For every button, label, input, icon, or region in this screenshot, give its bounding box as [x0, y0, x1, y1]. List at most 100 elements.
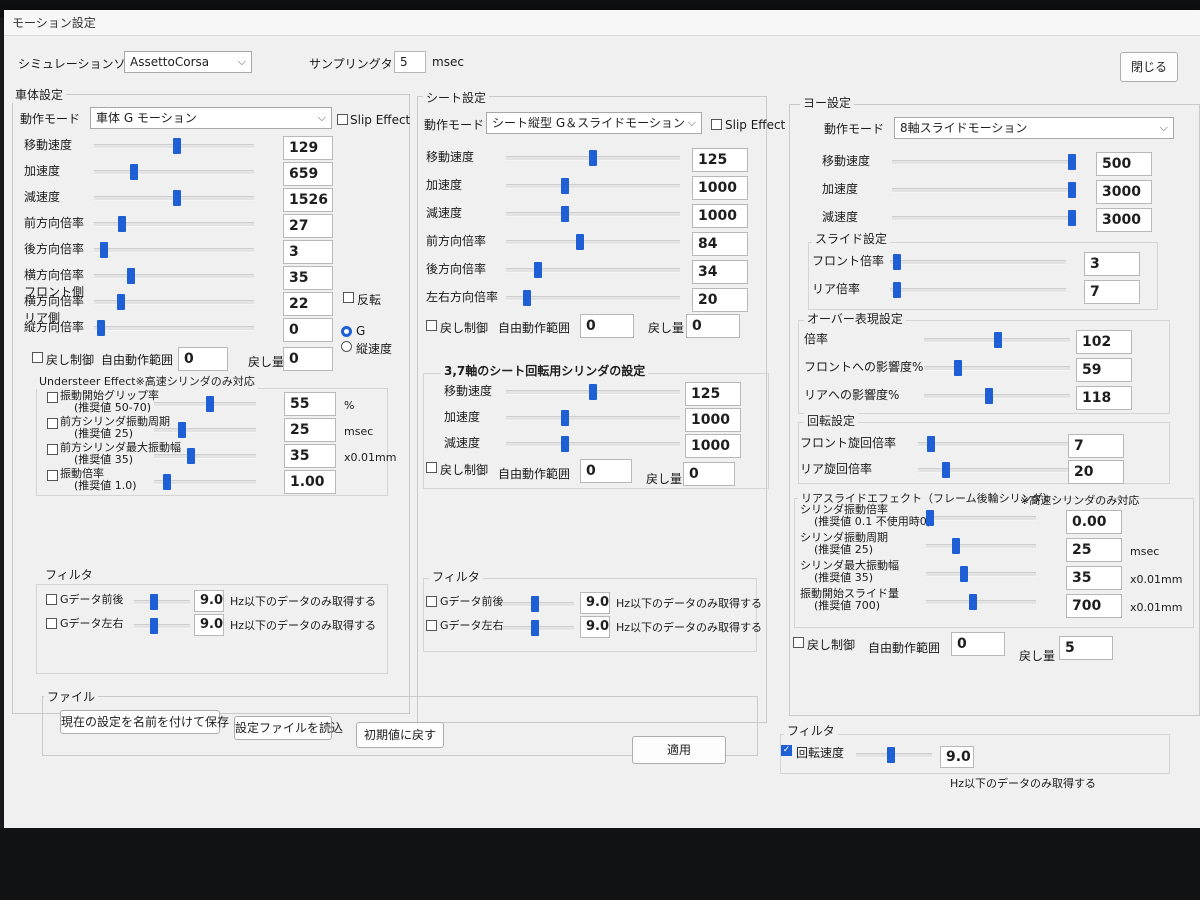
- vehicle-slider-thumb-5[interactable]: [127, 268, 135, 284]
- seat-rotation-value-1[interactable]: 1000: [685, 408, 741, 432]
- vehicle-slider-5[interactable]: [94, 274, 254, 279]
- seat-slider-thumb-3[interactable]: [576, 234, 584, 250]
- over-value-0[interactable]: 102: [1076, 330, 1132, 354]
- seat-rotation-slider-thumb-1[interactable]: [561, 410, 569, 426]
- slide-slider-1[interactable]: [890, 288, 1066, 293]
- seat-slider-thumb-2[interactable]: [561, 206, 569, 222]
- seat-slider-4[interactable]: [506, 268, 680, 273]
- understeer-slider-thumb-3[interactable]: [163, 474, 171, 490]
- reset-defaults-button[interactable]: 初期値に戻す: [356, 722, 444, 748]
- vehicle-filter-thumb-0[interactable]: [150, 594, 158, 610]
- slide-slider-thumb-1[interactable]: [893, 282, 901, 298]
- seat-rotation-slider-1[interactable]: [506, 416, 680, 421]
- vehicle-slider-7[interactable]: [94, 326, 254, 331]
- seat-value-5[interactable]: 20: [692, 288, 748, 312]
- sim-software-select[interactable]: AssettoCorsa ⌵: [124, 51, 252, 73]
- understeer-value-0[interactable]: 55: [284, 392, 336, 416]
- understeer-slider-thumb-0[interactable]: [206, 396, 214, 412]
- rear-slide-slider-thumb-0[interactable]: [926, 510, 934, 526]
- yaw-mode-select[interactable]: 8軸スライドモーション ⌵: [894, 117, 1174, 139]
- seat-rotation-value-2[interactable]: 1000: [685, 434, 741, 458]
- rear-slide-value-0[interactable]: 0.00: [1066, 510, 1122, 534]
- vehicle-filter-value-0[interactable]: 9.0: [194, 590, 224, 612]
- understeer-value-3[interactable]: 1.00: [284, 470, 336, 494]
- yaw-rotation-value-0[interactable]: 7: [1068, 434, 1124, 458]
- understeer-checkbox-0[interactable]: [47, 392, 58, 403]
- vehicle-slider-thumb-7[interactable]: [97, 320, 105, 336]
- slide-slider-0[interactable]: [890, 260, 1066, 265]
- radio-vertical-speed[interactable]: [341, 341, 352, 352]
- vehicle-slider-4[interactable]: [94, 248, 254, 253]
- apply-button[interactable]: 適用: [632, 736, 726, 764]
- vehicle-value-7[interactable]: 0: [283, 318, 333, 342]
- seat-rotation-slider-2[interactable]: [506, 442, 680, 447]
- rear-slide-slider-0[interactable]: [926, 516, 1036, 521]
- seat-slider-thumb-0[interactable]: [589, 150, 597, 166]
- rear-slide-slider-thumb-2[interactable]: [960, 566, 968, 582]
- seat-slider-2[interactable]: [506, 212, 680, 217]
- vehicle-slider-1[interactable]: [94, 170, 254, 175]
- yaw-return-amount-input[interactable]: 5: [1059, 636, 1113, 660]
- vehicle-filter-thumb-1[interactable]: [150, 618, 158, 634]
- vehicle-filter-slider-1[interactable]: [134, 624, 190, 629]
- rotation-speed-value[interactable]: 9.0: [940, 746, 974, 768]
- rotation-return-control-checkbox[interactable]: [426, 462, 437, 473]
- seat-filter-value-1[interactable]: 9.0: [580, 616, 610, 638]
- vehicle-value-1[interactable]: 659: [283, 162, 333, 186]
- rear-slide-value-2[interactable]: 35: [1066, 566, 1122, 590]
- yaw-rotation-slider-1[interactable]: [918, 468, 1070, 473]
- seat-free-range-input[interactable]: 0: [580, 314, 634, 338]
- vehicle-value-2[interactable]: 1526: [283, 188, 333, 212]
- yaw-slider-2[interactable]: [892, 216, 1076, 221]
- save-as-button[interactable]: 現在の設定を名前を付けて保存: [60, 710, 229, 734]
- vehicle-slider-thumb-3[interactable]: [118, 216, 126, 232]
- over-slider-thumb-2[interactable]: [985, 388, 993, 404]
- vehicle-value-3[interactable]: 27: [283, 214, 333, 238]
- vehicle-return-control-checkbox[interactable]: [32, 352, 43, 363]
- over-slider-1[interactable]: [924, 366, 1070, 371]
- understeer-slider-thumb-2[interactable]: [187, 448, 195, 464]
- seat-slider-3[interactable]: [506, 240, 680, 245]
- seat-rotation-slider-thumb-0[interactable]: [589, 384, 597, 400]
- rear-slide-value-1[interactable]: 25: [1066, 538, 1122, 562]
- rear-slide-value-3[interactable]: 700: [1066, 594, 1122, 618]
- vehicle-slider-thumb-4[interactable]: [100, 242, 108, 258]
- seat-rotation-value-0[interactable]: 125: [685, 382, 741, 406]
- yaw-slider-thumb-0[interactable]: [1068, 154, 1076, 170]
- seat-rotation-slider-thumb-2[interactable]: [561, 436, 569, 452]
- vehicle-filter-checkbox-0[interactable]: [46, 594, 57, 605]
- vehicle-free-range-input[interactable]: 0: [178, 347, 228, 371]
- vehicle-value-0[interactable]: 129: [283, 136, 333, 160]
- seat-value-1[interactable]: 1000: [692, 176, 748, 200]
- yaw-value-0[interactable]: 500: [1096, 152, 1152, 176]
- seat-value-3[interactable]: 84: [692, 232, 748, 256]
- rear-slide-slider-2[interactable]: [926, 572, 1036, 577]
- vehicle-filter-checkbox-1[interactable]: [46, 618, 57, 629]
- understeer-value-2[interactable]: 35: [284, 444, 336, 468]
- rotation-free-range-input[interactable]: 0: [580, 459, 632, 483]
- seat-slider-thumb-5[interactable]: [523, 290, 531, 306]
- vehicle-slider-thumb-1[interactable]: [130, 164, 138, 180]
- seat-filter-value-0[interactable]: 9.0: [580, 592, 610, 614]
- yaw-slider-thumb-1[interactable]: [1068, 182, 1076, 198]
- vehicle-mode-select[interactable]: 車体 G モーション ⌵: [90, 107, 332, 129]
- vehicle-value-4[interactable]: 3: [283, 240, 333, 264]
- rotation-speed-slider-thumb[interactable]: [887, 747, 895, 763]
- seat-value-4[interactable]: 34: [692, 260, 748, 284]
- close-button[interactable]: 閉じる: [1120, 52, 1178, 82]
- yaw-rotation-slider-0[interactable]: [918, 442, 1070, 447]
- yaw-slider-1[interactable]: [892, 188, 1076, 193]
- understeer-slider-0[interactable]: [154, 402, 256, 407]
- seat-slip-effect-checkbox[interactable]: [711, 119, 722, 130]
- understeer-slider-2[interactable]: [154, 454, 256, 459]
- understeer-checkbox-3[interactable]: [47, 470, 58, 481]
- seat-return-amount-input[interactable]: 0: [686, 314, 740, 338]
- seat-slider-5[interactable]: [506, 296, 680, 301]
- sampling-time-input[interactable]: 5: [394, 51, 426, 73]
- seat-mode-select[interactable]: シート縦型 G＆スライドモーション ⌵: [486, 112, 702, 134]
- over-slider-2[interactable]: [924, 394, 1070, 399]
- vehicle-value-6[interactable]: 22: [283, 292, 333, 316]
- seat-filter-thumb-1[interactable]: [531, 620, 539, 636]
- understeer-value-1[interactable]: 25: [284, 418, 336, 442]
- yaw-value-2[interactable]: 3000: [1096, 208, 1152, 232]
